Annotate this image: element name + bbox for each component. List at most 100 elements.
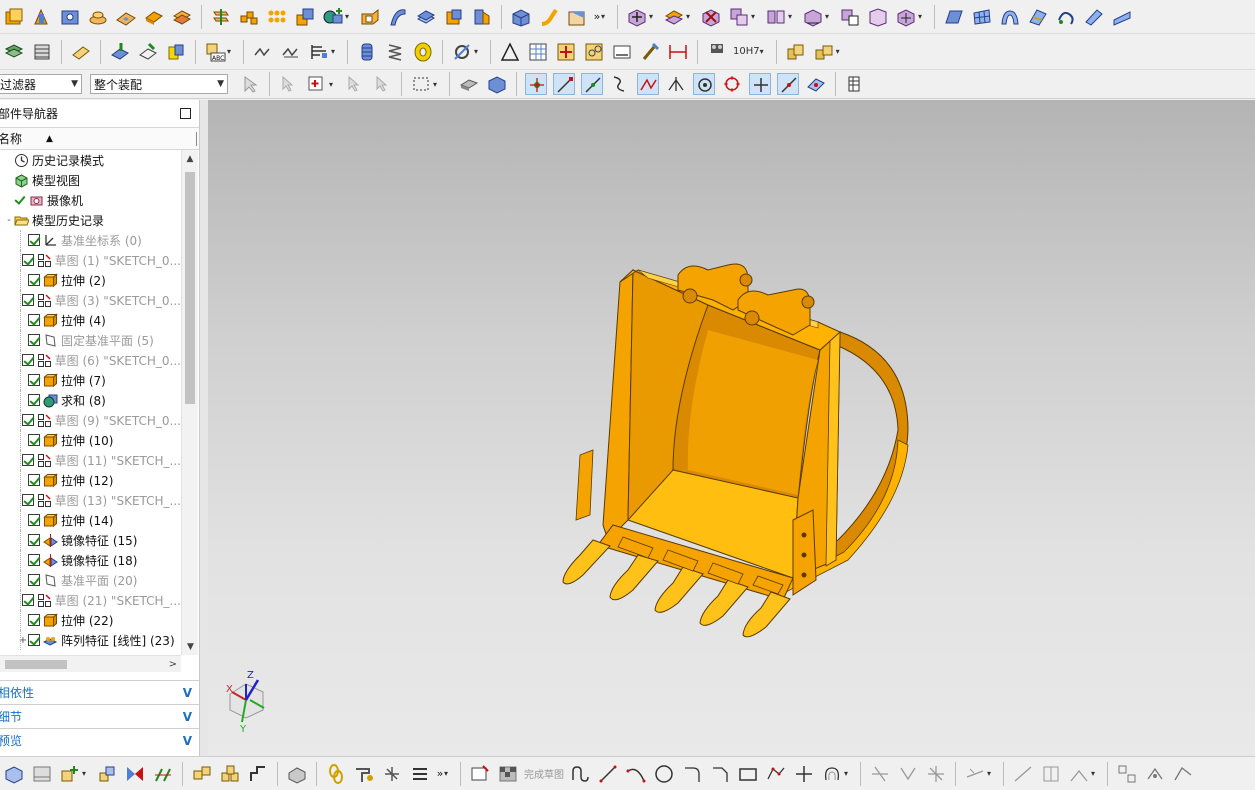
hole-tool-icon[interactable] [59, 6, 81, 28]
line-icon[interactable] [597, 763, 619, 785]
visibility-checkbox[interactable] [28, 274, 40, 286]
move-component-icon[interactable] [895, 6, 917, 28]
detail-view-icon[interactable] [191, 763, 213, 785]
curve-tool-icon[interactable] [252, 41, 274, 63]
snap-point-icon[interactable] [525, 73, 547, 95]
replace-component-icon[interactable] [728, 6, 750, 28]
visibility-checkbox[interactable] [21, 294, 34, 306]
component-array-icon[interactable] [867, 6, 889, 28]
mirror-curve-icon[interactable] [964, 763, 986, 785]
show-hide-icon[interactable] [109, 41, 131, 63]
visibility-checkbox[interactable] [28, 374, 40, 386]
draft-icon[interactable] [471, 6, 493, 28]
visibility-checkbox[interactable] [28, 434, 40, 446]
scroll-up-icon[interactable]: ▲ [182, 150, 198, 167]
sweep-along-icon[interactable] [538, 6, 560, 28]
maximize-icon[interactable] [180, 108, 191, 119]
tree-horizontal-scrollbar[interactable]: > [0, 655, 181, 672]
tree-vertical-scrollbar[interactable]: ▲ ▼ [181, 150, 198, 655]
line-weight-icon[interactable] [409, 763, 431, 785]
tree-node[interactable]: 基准平面 (20) [0, 570, 181, 590]
arc-icon[interactable] [625, 763, 647, 785]
snap-point-on-face-icon[interactable] [805, 73, 827, 95]
rapid-dimension-icon[interactable] [1040, 763, 1062, 785]
layer-settings-icon[interactable] [3, 41, 25, 63]
edit-object-display-icon[interactable] [70, 41, 92, 63]
visibility-checkbox[interactable] [28, 334, 40, 346]
polygon-icon[interactable] [765, 763, 787, 785]
snap-endpoint-icon[interactable] [553, 73, 575, 95]
bucket-model[interactable] [208, 100, 1255, 756]
tree-node[interactable]: 模型视图 [0, 170, 181, 190]
show-constraints-icon[interactable] [1116, 763, 1138, 785]
quick-extend-icon[interactable] [897, 763, 919, 785]
geometric-constraint-icon[interactable] [1068, 763, 1090, 785]
break-view-icon[interactable] [152, 763, 174, 785]
tree-node[interactable]: 求和 (8) [0, 390, 181, 410]
auto-constrain-icon[interactable] [1144, 763, 1166, 785]
exploded-view-icon[interactable] [802, 6, 824, 28]
section-curve-icon[interactable] [280, 41, 302, 63]
tree-node[interactable]: 草图 (6) "SKETCH_0... [0, 350, 181, 370]
point-icon[interactable] [793, 763, 815, 785]
pad-tool-icon[interactable] [143, 6, 165, 28]
emboss-tool-icon[interactable] [171, 6, 193, 28]
tree-node[interactable]: 拉伸 (2) [0, 270, 181, 290]
visibility-checkbox[interactable] [21, 354, 34, 366]
face-blend-icon[interactable] [566, 6, 588, 28]
assembly-add-icon[interactable] [626, 6, 648, 28]
visibility-checkbox[interactable] [14, 194, 26, 206]
column-header-name[interactable]: 名称 ▲ [0, 128, 199, 150]
pmi-note-icon[interactable] [611, 41, 633, 63]
navigator-splitter[interactable] [200, 100, 208, 756]
snap-arc-center-icon[interactable] [693, 73, 715, 95]
fillet-icon[interactable] [681, 763, 703, 785]
visibility-checkbox[interactable] [21, 594, 34, 606]
general-selection-icon[interactable] [239, 73, 261, 95]
unite-tool-icon[interactable] [322, 6, 344, 28]
surface-mesh-icon[interactable] [971, 6, 993, 28]
finish-sketch-label[interactable]: 完成草图 [524, 766, 564, 781]
bearing-icon[interactable] [412, 41, 434, 63]
pocket-tool-icon[interactable] [115, 6, 137, 28]
standard-parts-icon[interactable] [813, 41, 835, 63]
projected-view-icon[interactable] [96, 763, 118, 785]
gear-tool-icon[interactable] [451, 41, 473, 63]
trim-sheet-icon[interactable] [1111, 6, 1133, 28]
remove-component-icon[interactable] [700, 6, 722, 28]
visibility-checkbox[interactable] [28, 474, 40, 486]
tree-node[interactable]: 拉伸 (22) [0, 610, 181, 630]
tree-node[interactable]: + 阵列特征 [线性] (23) [0, 630, 181, 650]
offset-curve-icon[interactable] [821, 763, 843, 785]
link-icon[interactable] [325, 763, 347, 785]
quick-trim-icon[interactable] [869, 763, 891, 785]
rectangle-icon[interactable] [737, 763, 759, 785]
shell-icon[interactable] [443, 6, 465, 28]
snap-midpoint-icon[interactable] [581, 73, 603, 95]
tree-node[interactable]: 拉伸 (12) [0, 470, 181, 490]
tree-node[interactable]: 镜像特征 (18) [0, 550, 181, 570]
pmi-table-icon[interactable] [527, 41, 549, 63]
view-align-icon[interactable] [247, 763, 269, 785]
bounded-plane-icon[interactable] [1083, 6, 1105, 28]
offset-face-icon[interactable] [415, 6, 437, 28]
pattern-feature-tool-icon[interactable] [266, 6, 288, 28]
tree-node[interactable]: 拉伸 (10) [0, 430, 181, 450]
tree-node[interactable]: 草图 (9) "SKETCH_0... [0, 410, 181, 430]
section-view-icon[interactable] [124, 763, 146, 785]
tree-node[interactable]: 拉伸 (14) [0, 510, 181, 530]
snap-quadrant-icon[interactable] [721, 73, 743, 95]
visibility-checkbox[interactable] [28, 514, 40, 526]
select-body-icon[interactable] [458, 73, 480, 95]
circle-icon[interactable] [653, 763, 675, 785]
snap-point-on-curve-icon[interactable] [777, 73, 799, 95]
visibility-checkbox[interactable] [28, 554, 40, 566]
tree-node[interactable]: 草图 (1) "SKETCH_0... [0, 250, 181, 270]
rectangle-select-icon[interactable] [410, 73, 432, 95]
tree-node[interactable]: 摄像机 [0, 190, 181, 210]
tree-node[interactable]: 基准坐标系 (0) [0, 230, 181, 250]
snap-bounded-grid-icon[interactable] [844, 73, 866, 95]
wave-link-icon[interactable] [839, 6, 861, 28]
assembly-navigator-icon[interactable] [3, 763, 25, 785]
select-feature-icon[interactable] [278, 73, 300, 95]
